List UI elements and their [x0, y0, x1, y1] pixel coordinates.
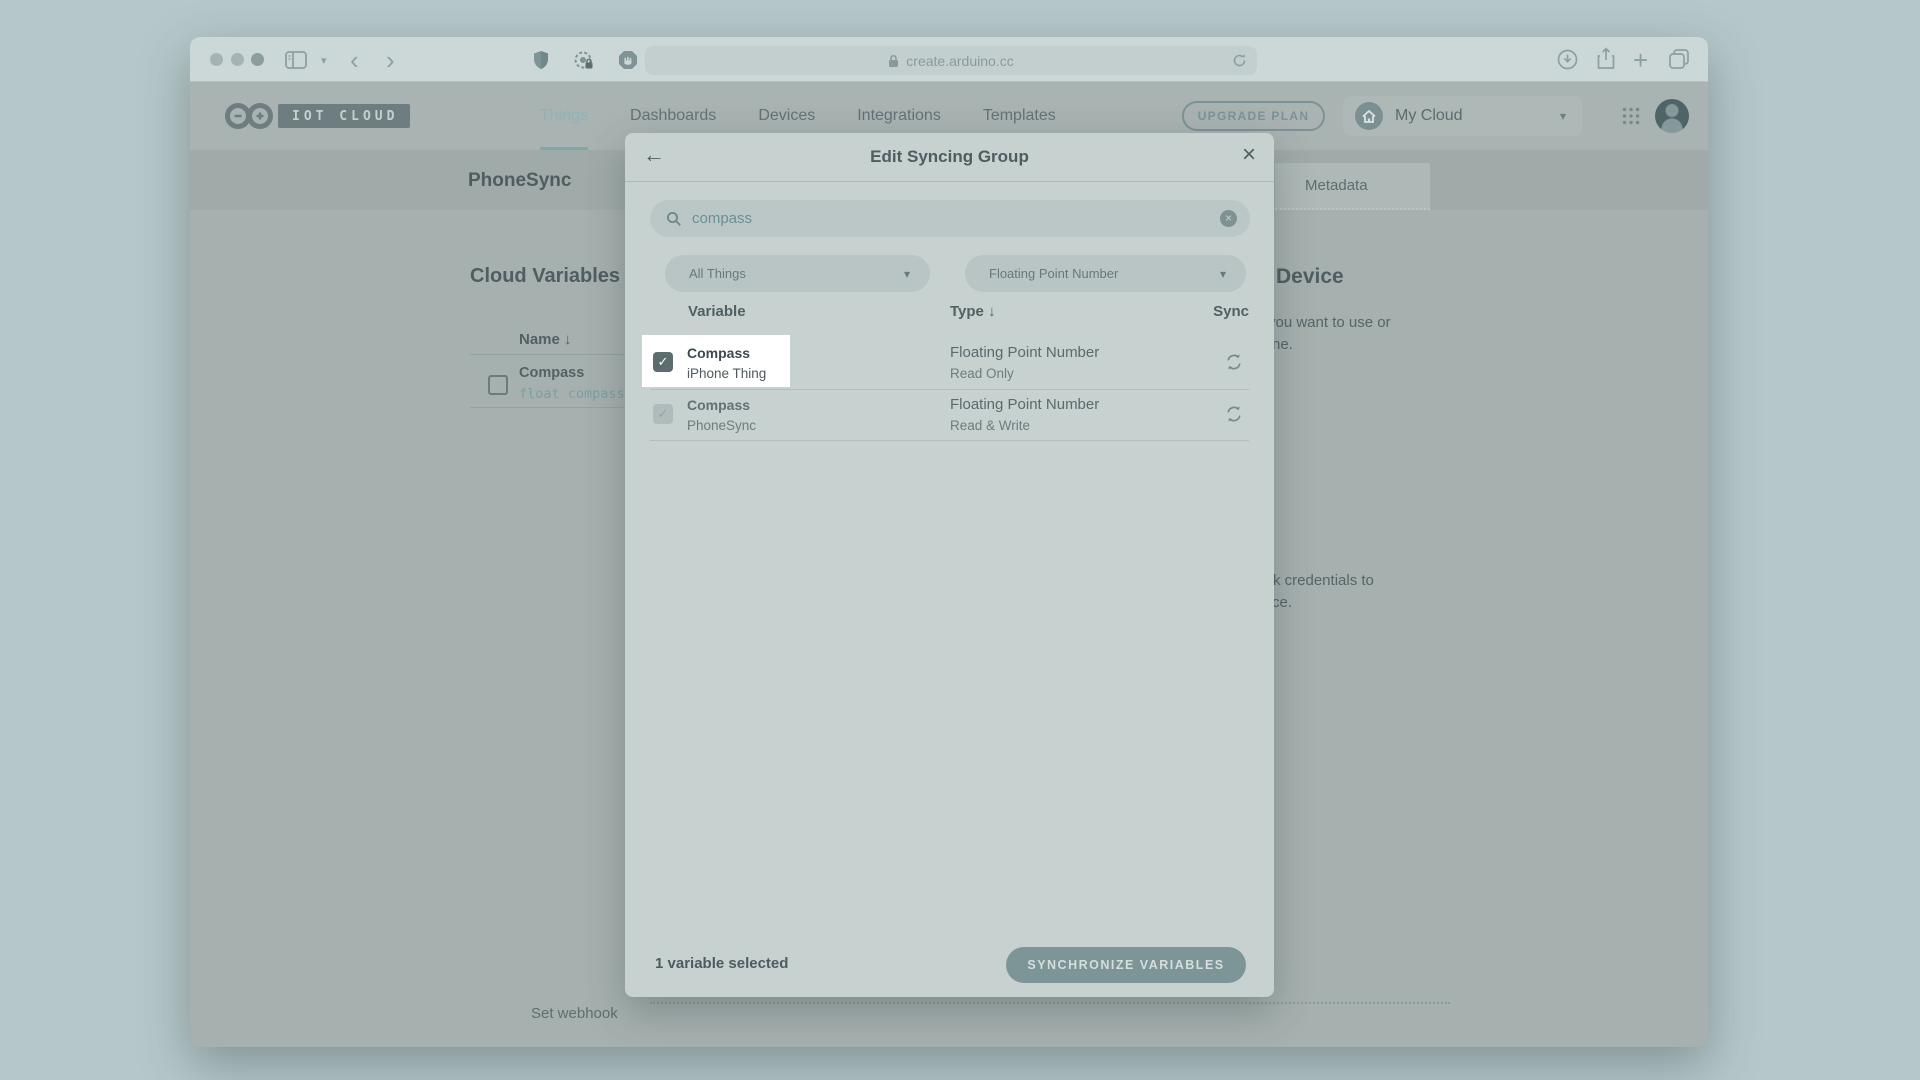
search-icon: [666, 211, 682, 227]
close-icon[interactable]: ×: [1242, 141, 1256, 169]
name-column-header[interactable]: Name ↓: [519, 331, 572, 348]
row-checkbox-checked[interactable]: ✓: [653, 352, 673, 372]
modal-header: ← Edit Syncing Group ×: [625, 133, 1274, 182]
sync-icon: [1225, 405, 1243, 423]
clipped-text-line: you want to use or: [1268, 314, 1391, 331]
variable-declaration: float compass;: [519, 386, 633, 402]
edit-syncing-group-modal: ← Edit Syncing Group × compass × All Thi…: [625, 133, 1274, 997]
variable-name[interactable]: Compass: [519, 365, 584, 381]
clipped-text-line: ce.: [1272, 594, 1292, 611]
type-filter-dropdown[interactable]: Floating Point Number ▾: [965, 255, 1246, 292]
chevron-down-icon: ▾: [904, 267, 910, 281]
new-tab-icon[interactable]: +: [1633, 45, 1648, 76]
back-button[interactable]: ‹: [350, 51, 359, 69]
set-webhook-link[interactable]: Set webhook: [531, 1005, 618, 1022]
browser-window: ▾ ‹ › create.arduino.cc: [190, 37, 1708, 1047]
upgrade-plan-button[interactable]: UPGRADE PLAN: [1182, 101, 1325, 131]
things-filter-value: All Things: [689, 266, 746, 281]
share-icon[interactable]: [1596, 47, 1616, 71]
device-heading-clipped: Device: [1276, 265, 1344, 289]
lock-icon: [888, 54, 899, 68]
divider: [470, 407, 637, 408]
traffic-zoom-button[interactable]: [251, 53, 264, 66]
type-filter-value: Floating Point Number: [989, 266, 1118, 281]
search-input[interactable]: compass ×: [650, 200, 1250, 237]
content-blocker-hand-icon[interactable]: [617, 49, 639, 71]
sync-icon: [1225, 353, 1243, 371]
clipped-text-line: ne.: [1272, 336, 1293, 353]
sidebar-icon[interactable]: [285, 51, 307, 69]
workspace-selector[interactable]: My Cloud ▾: [1343, 96, 1582, 136]
synchronize-variables-button[interactable]: SYNCHRONIZE VARIABLES: [1006, 947, 1246, 983]
privacy-badge-extension-icon[interactable]: [573, 50, 595, 72]
user-avatar[interactable]: [1655, 99, 1689, 133]
row-checkbox-disabled: ✓: [653, 404, 673, 424]
column-sync: Sync: [1213, 303, 1249, 320]
row-divider: [650, 389, 1249, 390]
row-variable-name[interactable]: Compass: [687, 397, 750, 413]
cloud-variables-heading: Cloud Variables: [470, 265, 620, 288]
row-type: Floating Point Number: [950, 344, 1099, 361]
arduino-logo[interactable]: [224, 101, 274, 131]
search-value: compass: [692, 210, 752, 227]
forward-button[interactable]: ›: [386, 51, 395, 69]
tab-overview-icon[interactable]: [1668, 48, 1690, 70]
downloads-icon[interactable]: [1557, 49, 1578, 70]
column-variable: Variable: [688, 303, 746, 320]
row-permission: Read Only: [950, 366, 1014, 381]
clipped-text-line: rk credentials to: [1268, 572, 1374, 589]
traffic-close-button[interactable]: [210, 53, 223, 66]
home-icon: [1355, 102, 1383, 130]
reload-icon[interactable]: [1232, 53, 1247, 68]
sort-desc-icon: ↓: [564, 331, 572, 348]
apps-grid-icon[interactable]: [1622, 107, 1640, 125]
divider: [470, 354, 637, 355]
address-bar[interactable]: create.arduino.cc: [645, 46, 1257, 75]
nav-tab-things[interactable]: Things: [540, 82, 588, 150]
modal-title: Edit Syncing Group: [625, 147, 1274, 167]
chevron-down-icon: ▾: [1220, 267, 1226, 281]
workspace-label: My Cloud: [1395, 107, 1463, 125]
row-divider: [650, 440, 1249, 441]
sidebar-chevron-icon[interactable]: ▾: [321, 54, 327, 67]
variable-checkbox[interactable]: [488, 375, 508, 395]
traffic-minimize-button[interactable]: [231, 53, 244, 66]
row-thing-name: iPhone Thing: [687, 366, 766, 381]
row-type: Floating Point Number: [950, 396, 1099, 413]
shield-extension-icon[interactable]: [532, 50, 550, 70]
section-divider: [650, 1002, 1450, 1004]
url-text: create.arduino.cc: [906, 53, 1013, 69]
things-filter-dropdown[interactable]: All Things ▾: [665, 255, 930, 292]
chevron-down-icon: ▾: [1560, 109, 1566, 123]
thing-title: PhoneSync: [468, 170, 571, 192]
iot-cloud-badge: IOT CLOUD: [278, 104, 410, 128]
column-type[interactable]: Type ↓: [950, 303, 996, 320]
tab-metadata[interactable]: Metadata: [1275, 163, 1430, 210]
browser-toolbar: ▾ ‹ › create.arduino.cc: [190, 37, 1708, 82]
selection-count: 1 variable selected: [655, 955, 788, 972]
row-permission: Read & Write: [950, 418, 1030, 433]
row-variable-name[interactable]: Compass: [687, 345, 750, 361]
screenshot-root: ▾ ‹ › create.arduino.cc: [0, 0, 1920, 1080]
clear-search-icon[interactable]: ×: [1220, 210, 1237, 227]
row-thing-name: PhoneSync: [687, 418, 756, 433]
sort-desc-icon: ↓: [988, 303, 996, 320]
